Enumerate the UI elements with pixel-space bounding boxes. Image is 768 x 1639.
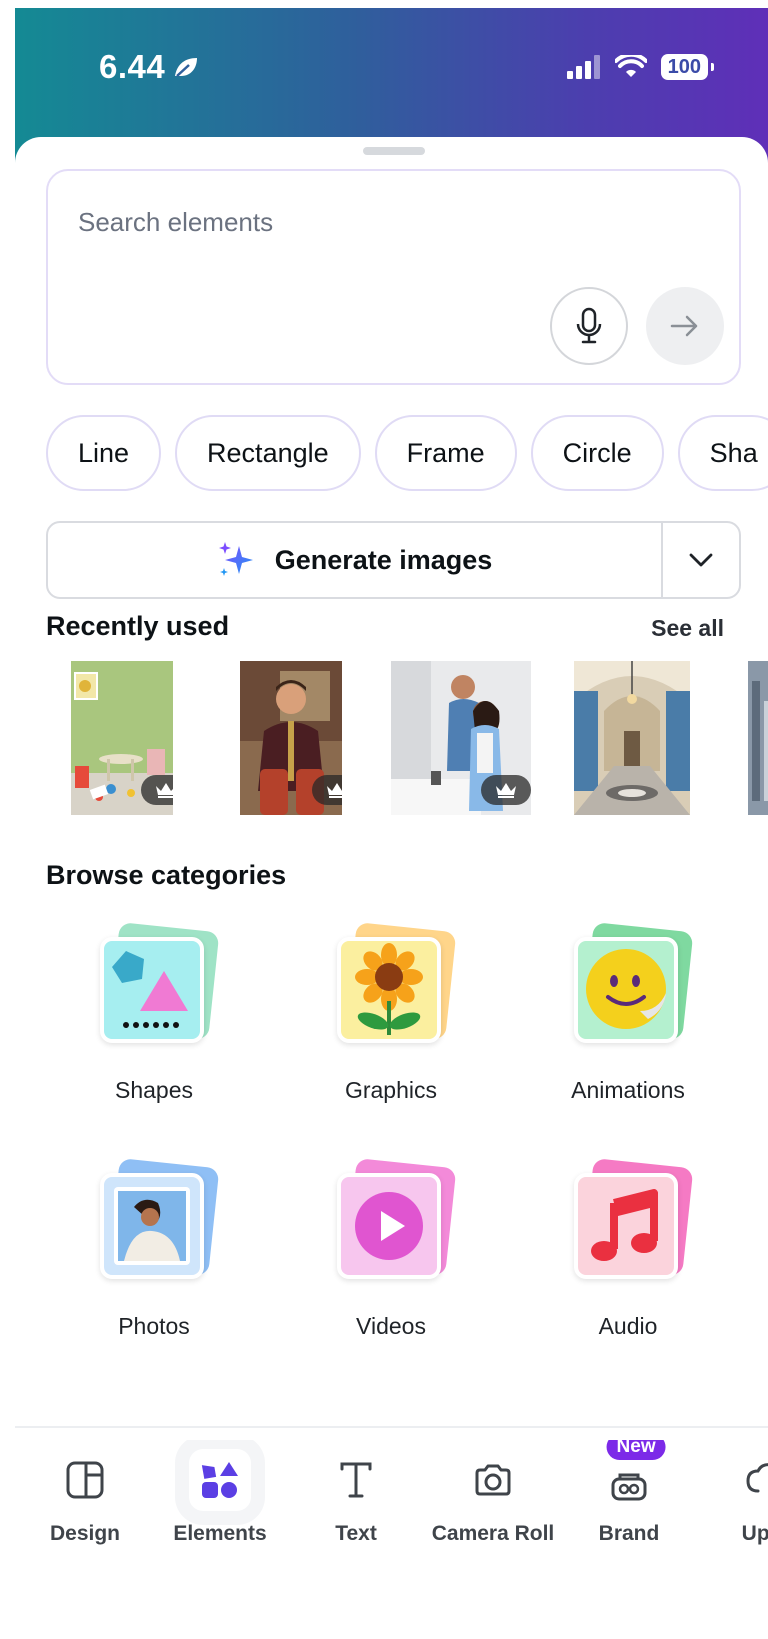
photo-icon: [94, 1158, 220, 1283]
suggestion-chips: Line Rectangle Frame Circle Sha: [46, 415, 768, 493]
hallway-image: [574, 661, 690, 815]
crown-icon: [156, 783, 173, 798]
recent-item-bellhop[interactable]: [240, 661, 342, 815]
sparkle-icon: [218, 542, 253, 576]
chip-rectangle[interactable]: Rectangle: [175, 415, 361, 491]
tab-uploads[interactable]: Uplo: [695, 1440, 768, 1546]
tab-label: Design: [49, 1522, 120, 1545]
arrow-right-icon: [670, 315, 698, 337]
recent-item-playroom[interactable]: [71, 661, 173, 815]
category-shapes[interactable]: Shapes: [54, 922, 254, 1104]
generate-images-control: Generate images: [46, 521, 741, 599]
tab-brand[interactable]: New Brand: [559, 1440, 699, 1546]
category-audio[interactable]: Audio: [528, 1158, 728, 1340]
tab-label: Camera Roll: [431, 1522, 555, 1545]
sunflower-icon: [331, 922, 457, 1047]
generate-images-button[interactable]: Generate images: [48, 523, 661, 597]
search-input[interactable]: [78, 207, 578, 238]
layout-icon: [66, 1461, 104, 1499]
text-icon: [340, 1462, 372, 1498]
battery-indicator: 100: [660, 54, 715, 80]
premium-crown-badge: [312, 775, 342, 805]
crown-icon: [327, 783, 342, 798]
wifi-icon: [614, 55, 647, 77]
building-image: [748, 661, 768, 815]
smiley-sticker-icon: [568, 922, 694, 1047]
tab-design[interactable]: Design: [15, 1440, 155, 1546]
see-all-link[interactable]: See all: [651, 615, 724, 642]
category-animations[interactable]: Animations: [528, 922, 728, 1104]
generate-images-label: Generate images: [274, 544, 493, 575]
status-time-text: 6.44: [99, 48, 166, 85]
category-label: Audio: [598, 1313, 658, 1339]
tab-label: Uplo: [741, 1522, 768, 1545]
recent-item-couple[interactable]: [391, 661, 531, 815]
voice-search-button[interactable]: [550, 287, 628, 365]
bottom-tab-bar: Design Elements Text Camera Roll New Bra…: [15, 1440, 768, 1580]
tabbar-divider: [15, 1426, 768, 1428]
tab-label: Text: [335, 1522, 377, 1545]
chevron-down-icon: [689, 553, 713, 567]
play-icon: [331, 1158, 457, 1283]
generate-options-dropdown[interactable]: [661, 523, 739, 597]
category-videos[interactable]: Videos: [291, 1158, 491, 1340]
premium-crown-badge: [141, 775, 173, 805]
tab-elements[interactable]: Elements: [150, 1440, 290, 1546]
premium-crown-badge: [481, 775, 531, 805]
tab-label: Elements: [173, 1522, 267, 1545]
microphone-icon: [576, 307, 602, 344]
tab-label: Brand: [598, 1522, 660, 1545]
brand-icon: [611, 1473, 647, 1501]
recently-used-list: [46, 661, 768, 821]
recent-item-partial[interactable]: [748, 661, 768, 815]
status-icons: 100: [566, 54, 715, 80]
search-submit-button[interactable]: [646, 287, 724, 365]
recently-used-title: Recently used: [46, 611, 230, 641]
category-label: Animations: [571, 1077, 685, 1103]
chip-frame[interactable]: Frame: [374, 415, 517, 491]
category-graphics[interactable]: Graphics: [291, 922, 491, 1104]
tab-text[interactable]: Text: [286, 1440, 426, 1546]
search-box[interactable]: [46, 169, 741, 385]
shapes-icon: [94, 922, 220, 1047]
chip-line[interactable]: Line: [46, 415, 162, 491]
chip-shapes[interactable]: Sha: [677, 415, 768, 491]
camera-icon: [475, 1464, 511, 1496]
upload-icon: [746, 1463, 768, 1493]
status-time: 6.44: [99, 48, 199, 86]
category-label: Videos: [356, 1313, 426, 1339]
category-label: Photos: [118, 1313, 190, 1339]
leaf-icon: [175, 58, 198, 77]
category-photos[interactable]: Photos: [54, 1158, 254, 1340]
browse-categories-title: Browse categories: [46, 860, 287, 890]
elements-icon: [201, 1462, 238, 1498]
chip-circle[interactable]: Circle: [530, 415, 664, 491]
music-note-icon: [568, 1158, 694, 1283]
signal-icon: [566, 55, 600, 79]
crown-icon: [496, 783, 516, 798]
tab-camera-roll[interactable]: Camera Roll: [423, 1440, 563, 1546]
active-tab-highlight: [189, 1449, 251, 1511]
category-label: Shapes: [114, 1077, 193, 1103]
sheet-grabber[interactable]: [363, 147, 425, 155]
elements-sheet: LineRectangleFrameCircleSha Generate ima…: [15, 137, 768, 1639]
recent-item-hallway[interactable]: [574, 661, 690, 815]
new-badge: New: [606, 1440, 666, 1460]
category-label: Graphics: [344, 1077, 438, 1103]
